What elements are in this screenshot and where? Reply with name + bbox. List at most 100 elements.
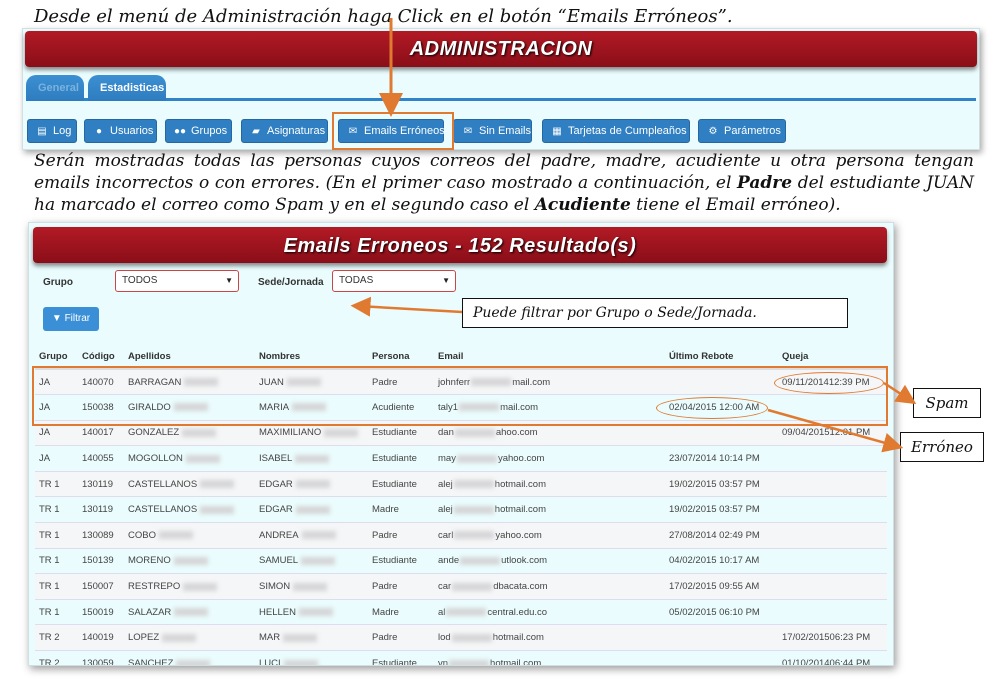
cell-grupo-text: TR 1 [39, 555, 60, 567]
admin-title: ADMINISTRACION [409, 38, 593, 60]
admin-title-bar: ADMINISTRACION [25, 31, 977, 67]
cell-codigo-text: 130059 [82, 658, 114, 666]
cell-email: al central.edu.co [434, 598, 665, 625]
redacted-text [298, 608, 333, 617]
cell-grupo-text: TR 2 [39, 632, 60, 644]
tab-general[interactable]: General [26, 75, 84, 101]
calendar-icon: ▦ [552, 126, 562, 137]
redacted-text [454, 531, 495, 540]
redacted-text [283, 633, 318, 642]
table-row: JA 140055 MOGOLLON ISABEL Estudiante may yahoo… [35, 445, 887, 472]
sin-emails-button[interactable]: ✉ Sin Emails [453, 119, 532, 143]
cell-nombres-text: MAXIMILIANO [259, 427, 322, 439]
cell-codigo: 150038 [78, 394, 124, 421]
parametros-button[interactable]: ⚙ Parámetros [698, 119, 786, 143]
cell-persona-text: Acudiente [372, 401, 415, 413]
cell-email: lod hotmail.com [434, 624, 665, 651]
admin-panel: ADMINISTRACION General Estadisticas ▤ Log… [22, 28, 980, 150]
cell-grupo-text: JA [39, 427, 51, 439]
cell-codigo: 130089 [78, 522, 124, 549]
cell-ultimo-rebote [665, 650, 778, 665]
redacted-text [162, 633, 197, 642]
email-prefix: alej [438, 504, 453, 516]
sede-jornada-select[interactable]: TODAS ▼ [332, 270, 456, 292]
redacted-text [182, 428, 217, 437]
cell-apellidos-text: MORENO [128, 555, 171, 567]
email-prefix: taly1 [438, 401, 459, 413]
cell-apellidos: GIRALDO [124, 394, 255, 421]
cell-apellidos-text: CASTELLANOS [128, 504, 198, 516]
cell-grupo: JA [35, 394, 78, 421]
cell-persona: Padre [368, 573, 434, 600]
cell-queja-text: 17/02/201506:23 PM [782, 632, 871, 644]
sede-jornada-label: Sede/Jornada [258, 277, 324, 288]
cell-grupo: JA [35, 368, 78, 395]
cell-nombres-text: EDGAR [259, 504, 293, 516]
tab-estadisticas[interactable]: Estadisticas [88, 75, 166, 101]
email-prefix: lod [438, 632, 451, 644]
cell-queja: 01/10/201406:44 PM [778, 650, 887, 666]
usuarios-button[interactable]: ● Usuarios [84, 119, 157, 143]
cell-queja: 09/11/201412:39 PM [778, 368, 887, 395]
cell-persona-text: Estudiante [372, 478, 417, 490]
col-queja: Queja [778, 345, 887, 370]
cell-grupo-text: JA [39, 401, 51, 413]
cell-persona: Acudiente [368, 394, 434, 421]
log-button[interactable]: ▤ Log [27, 119, 77, 143]
cell-ultimo-rebote-text: 27/08/2014 02:49 PM [669, 529, 760, 541]
cell-ultimo-rebote: 27/08/2014 02:49 PM [665, 522, 778, 549]
redacted-text [301, 531, 336, 540]
redacted-text [460, 556, 501, 565]
cell-persona: Madre [368, 598, 434, 625]
email-prefix: ande [438, 555, 460, 567]
redacted-text [176, 659, 211, 665]
cell-queja-text: 01/10/201406:44 PM [782, 658, 871, 666]
cell-ultimo-rebote: 19/02/2015 03:57 PM [665, 496, 778, 523]
table-row: TR 2 140019 LOPEZ MAR Padre lod hotmail.com 17/… [35, 624, 887, 651]
cell-queja [778, 547, 887, 574]
cell-email: carl yahoo.com [434, 522, 665, 549]
redacted-text [454, 428, 495, 437]
cell-persona-text: Padre [372, 376, 398, 388]
table-row: TR 1 130119 CASTELLANOS EDGAR Madre alej hotma… [35, 496, 887, 523]
cell-ultimo-rebote: 05/02/2015 06:10 PM [665, 598, 778, 625]
cell-nombres: EDGAR [255, 470, 368, 497]
cell-nombres-text: ANDREA [259, 529, 299, 541]
asignaturas-button[interactable]: ▰ Asignaturas [241, 119, 328, 143]
cell-grupo: TR 1 [35, 496, 78, 523]
cell-grupo: JA [35, 445, 78, 472]
cell-grupo: TR 2 [35, 650, 78, 665]
cell-grupo: TR 1 [35, 470, 78, 497]
cell-queja [778, 496, 887, 523]
cell-ultimo-rebote: 23/07/2014 10:14 PM [665, 445, 778, 472]
cell-codigo: 150019 [78, 598, 124, 625]
filtrar-button[interactable]: ▼ Filtrar [43, 307, 99, 331]
email-suffix: yahoo.com [495, 529, 542, 541]
cell-persona: Madre [368, 496, 434, 523]
cell-ultimo-rebote-text: 19/02/2015 03:57 PM [669, 504, 760, 516]
email-suffix: hotmail.com [490, 658, 542, 666]
grupos-button[interactable]: ●● Grupos [165, 119, 232, 143]
redacted-text [446, 608, 487, 617]
cell-apellidos: RESTREPO [124, 573, 255, 600]
col-apellidos: Apellidos [124, 345, 255, 370]
redacted-text [292, 403, 327, 412]
grupo-select[interactable]: TODOS ▼ [115, 270, 239, 292]
cell-apellidos: CASTELLANOS [124, 470, 255, 497]
cell-ultimo-rebote-text: 04/02/2015 10:17 AM [669, 555, 760, 567]
admin-tabs: General Estadisticas [26, 75, 976, 101]
cell-ultimo-rebote: 04/02/2015 10:17 AM [665, 547, 778, 574]
cell-nombres: MAR [255, 624, 368, 651]
email-suffix: utlook.com [501, 555, 548, 567]
envelope-icon: ✉ [463, 126, 473, 137]
cell-grupo-text: TR 1 [39, 529, 60, 541]
cell-grupo-text: JA [39, 376, 51, 388]
sin-emails-button-label: Sin Emails [479, 125, 531, 137]
cell-nombres-text: LUCI [259, 658, 281, 666]
cell-ultimo-rebote-text: 23/07/2014 10:14 PM [669, 453, 760, 465]
tarjetas-cumpleanos-button[interactable]: ▦ Tarjetas de Cumpleaños [542, 119, 690, 143]
grupo-select-value: TODOS [122, 275, 158, 286]
redacted-text [200, 480, 235, 489]
cell-nombres: JUAN [255, 368, 368, 395]
cell-ultimo-rebote [665, 368, 778, 395]
